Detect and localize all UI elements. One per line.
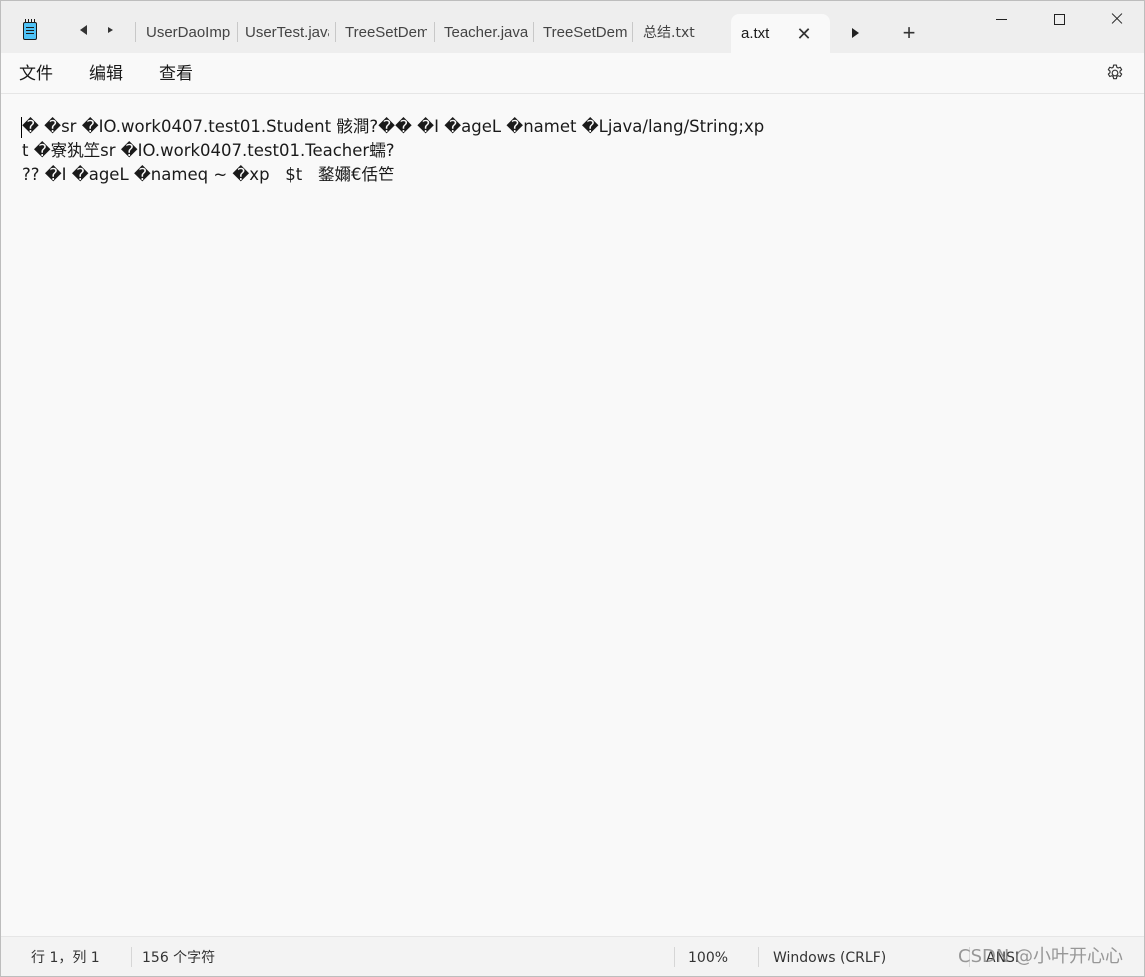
tab-userdaoimp[interactable]: UserDaoImp [146,23,234,43]
menu-file[interactable]: 文件 [19,63,53,85]
close-tab-icon[interactable]: ✕ [796,24,812,44]
status-divider [674,947,675,967]
scroll-tabs-right-small-icon[interactable] [108,27,113,33]
editor-line: � �sr �IO.work0407.test01.Student 骸澗?�� … [22,117,765,136]
character-count: 156 个字符 [142,950,216,966]
notepad-icon [23,19,37,40]
scroll-tabs-left-icon[interactable] [80,25,87,35]
tab-treesetdemo-1[interactable]: TreeSetDemo [345,23,427,43]
status-divider [131,947,132,967]
tab-divider [135,22,136,42]
status-divider [758,947,759,967]
gear-icon[interactable] [1105,63,1125,83]
tab-teacher[interactable]: Teacher.java [444,23,528,43]
tab-bar: UserDaoImp UserTest.java TreeSetDemo Tea… [1,1,1144,53]
tab-divider [335,22,336,42]
cursor-position: 行 1，列 1 [31,950,100,966]
tab-usertest[interactable]: UserTest.java [245,23,329,43]
menu-view[interactable]: 查看 [159,63,193,85]
tab-divider [632,22,633,42]
tab-summary[interactable]: 总结.txt [643,23,723,43]
tab-treesetdemo-2[interactable]: TreeSetDemo [543,23,627,43]
scroll-tabs-right-icon[interactable] [852,28,859,38]
tab-divider [533,22,534,42]
notepad-window: UserDaoImp UserTest.java TreeSetDemo Tea… [0,0,1145,977]
editor-line: t �寮犱笁sr �IO.work0407.test01.Teacher蠕? [22,141,395,160]
tab-a-txt-label: a.txt [741,25,770,42]
tab-divider [434,22,435,42]
status-bar: 行 1，列 1 156 个字符 100% Windows (CRLF) ANSI… [1,936,1144,976]
tab-divider [237,22,238,42]
maximize-icon[interactable] [1044,6,1074,32]
tab-a-txt[interactable]: a.txt ✕ [731,14,830,53]
csdn-watermark: CSDN @小叶开心心 [958,946,1124,967]
zoom-level[interactable]: 100% [688,949,728,967]
minimize-icon[interactable] [987,6,1017,32]
menu-bar: 文件 编辑 查看 [1,53,1144,94]
line-ending[interactable]: Windows (CRLF) [773,949,886,967]
close-window-icon[interactable] [1102,6,1132,32]
editor-line: ?? �I �ageL �nameq ~ �xp $t 鍪嬭€佸笀 [22,165,395,184]
new-tab-button[interactable]: + [899,21,919,45]
text-editor[interactable]: � �sr �IO.work0407.test01.Student 骸澗?�� … [1,94,1144,936]
menu-edit[interactable]: 编辑 [89,63,123,85]
